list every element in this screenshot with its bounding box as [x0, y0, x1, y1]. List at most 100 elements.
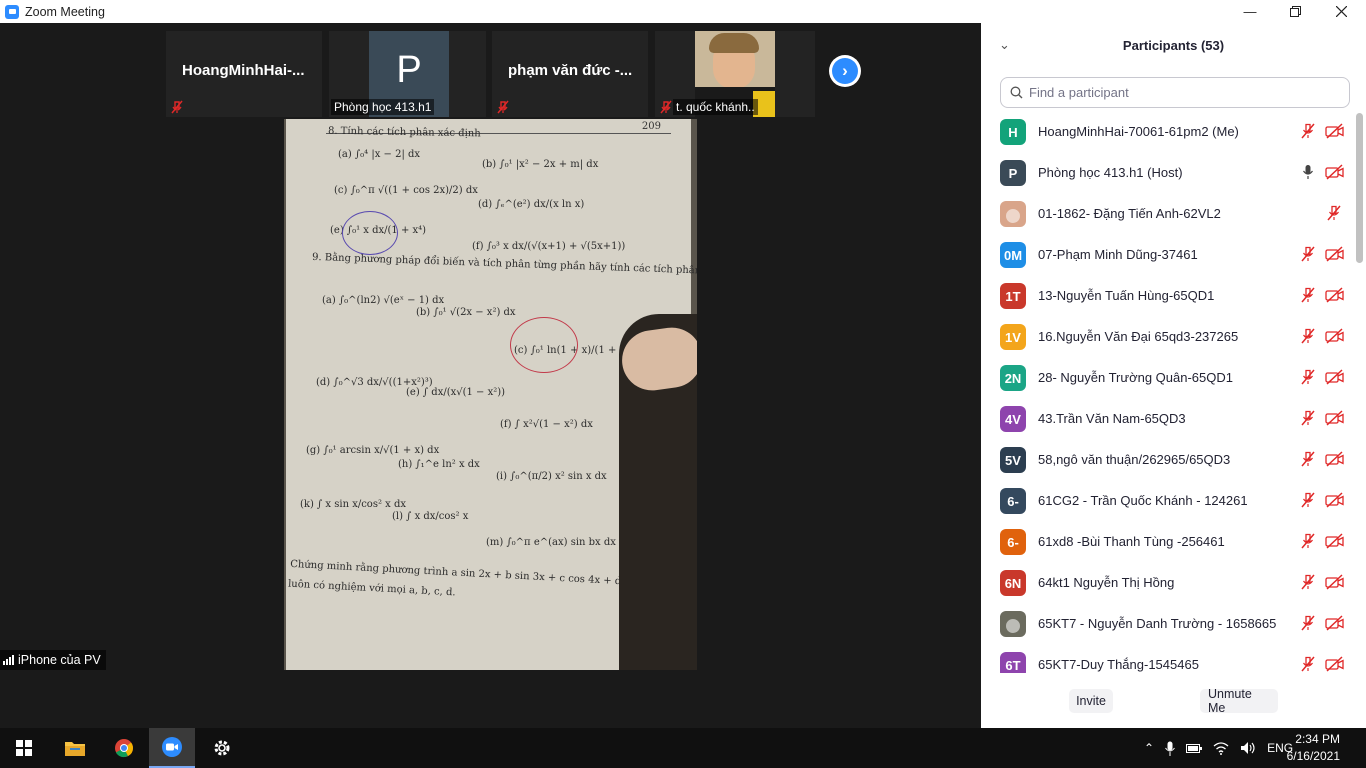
participant-thumbnail[interactable]: t. quốc khánh.. — [655, 31, 815, 117]
chevron-right-icon: › — [832, 58, 858, 84]
mic-muted-icon[interactable] — [1299, 246, 1317, 262]
chrome-icon — [115, 739, 133, 758]
participant-row[interactable]: 4V 43.Trần Văn Nam-65QD3 — [981, 398, 1354, 439]
chrome-button[interactable] — [101, 728, 147, 768]
exercise-line: (b) ∫₀¹ |x² − 2x + m| dx — [482, 159, 599, 170]
settings-button[interactable] — [199, 728, 245, 768]
volume-icon[interactable] — [1240, 741, 1256, 755]
mic-muted-icon[interactable] — [1325, 205, 1343, 221]
avatar: P — [1000, 160, 1026, 186]
zoom-icon — [162, 737, 182, 757]
exercise-line: (k) ∫ x sin x/cos² x dx — [300, 499, 407, 510]
participant-row[interactable]: 1T 13-Nguyễn Tuấn Hùng-65QD1 — [981, 275, 1354, 316]
close-icon — [1335, 6, 1347, 17]
video-off-icon[interactable] — [1325, 246, 1345, 262]
mic-muted-icon[interactable] — [1299, 533, 1317, 549]
participant-row[interactable]: 5V 58,ngô văn thuận/262965/65QD3 — [981, 439, 1354, 480]
chevron-up-icon[interactable]: ⌃ — [1144, 741, 1154, 755]
participant-name: 65KT7-Duy Thắng-1545465 — [1038, 657, 1199, 672]
mic-muted-icon[interactable] — [1299, 574, 1317, 590]
exercise-line: (b) ∫₀¹ √(2x − x²) dx — [416, 307, 516, 318]
battery-icon[interactable] — [1186, 742, 1203, 754]
video-off-icon[interactable] — [1325, 287, 1345, 303]
exercise-line: (h) ∫₁^e ln² x dx — [398, 459, 480, 470]
wifi-icon[interactable] — [1213, 741, 1229, 755]
participant-thumbnail[interactable]: phạm văn đức -... — [492, 31, 648, 117]
mic-muted-icon[interactable] — [1299, 492, 1317, 508]
participant-row[interactable]: 6- 61xd8 -Bùi Thanh Tùng -256461 — [981, 521, 1354, 562]
video-off-icon[interactable] — [1325, 615, 1345, 631]
maximize-button[interactable] — [1272, 0, 1318, 23]
mic-muted-icon[interactable] — [1299, 328, 1317, 344]
close-window-button[interactable] — [1318, 0, 1364, 23]
participant-row[interactable]: 6N 64kt1 Nguyễn Thị Hồng — [981, 562, 1354, 603]
participant-name: 43.Trần Văn Nam-65QD3 — [1038, 411, 1186, 426]
minimize-button[interactable]: — — [1227, 0, 1273, 23]
participant-thumbnail[interactable]: P Phòng học 413.h1 — [329, 31, 486, 117]
exercise-line: (i) ∫₀^(π/2) x² sin x dx — [496, 471, 607, 482]
windows-logo-icon — [16, 740, 32, 756]
participant-row[interactable]: P Phòng học 413.h1 (Host) — [981, 152, 1354, 193]
participant-name: 28- Nguyễn Trường Quân-65QD1 — [1038, 370, 1233, 385]
invite-button[interactable]: Invite — [1069, 689, 1113, 713]
participant-row[interactable]: 1V 16.Nguyễn Văn Đại 65qd3-237265 — [981, 316, 1354, 357]
video-off-icon[interactable] — [1325, 451, 1345, 467]
microphone-icon[interactable] — [1299, 164, 1317, 180]
folder-icon — [65, 742, 85, 756]
mic-muted-icon[interactable] — [1299, 123, 1317, 139]
mic-muted-icon[interactable] — [1299, 656, 1317, 672]
exercise-line: luôn có nghiệm với mọi a, b, c, d. — [287, 578, 456, 599]
participant-thumbnail[interactable]: HoangMinhHai-... — [166, 31, 322, 117]
mic-muted-icon[interactable] — [1299, 410, 1317, 426]
active-speaker-video: 209 8. Tính các tích phân xác định (a) ∫… — [284, 119, 697, 670]
participant-name: t. quốc khánh.. — [673, 99, 758, 115]
avatar: H — [1000, 119, 1026, 145]
exercise-line: (a) ∫₀⁴ |x − 2| dx — [338, 149, 421, 160]
participant-row[interactable]: H HoangMinhHai-70061-61pm2 (Me) — [981, 111, 1354, 152]
video-off-icon[interactable] — [1325, 656, 1345, 672]
mic-muted-icon[interactable] — [1299, 451, 1317, 467]
participant-row[interactable]: 0M 07-Phạm Minh Dũng-37461 — [981, 234, 1354, 275]
mic-muted-icon[interactable] — [1299, 369, 1317, 385]
participant-row[interactable]: 01-1862- Đặng Tiến Anh-62VL2 — [981, 193, 1354, 234]
mic-muted-icon[interactable] — [1299, 615, 1317, 631]
video-off-icon[interactable] — [1325, 123, 1345, 139]
search-box[interactable] — [1000, 77, 1350, 108]
participant-name: phạm văn đức -... — [508, 62, 633, 79]
video-off-icon[interactable] — [1325, 492, 1345, 508]
participant-row[interactable]: 65KT7 - Nguyễn Danh Trường - 1658665 — [981, 603, 1354, 644]
windows-start-button[interactable] — [1, 728, 47, 768]
video-off-icon[interactable] — [1325, 574, 1345, 590]
zoom-taskbar-button[interactable] — [149, 728, 195, 768]
time: 2:34 PM — [1295, 732, 1340, 746]
clock[interactable]: 2:34 PM 6/16/2021 — [1287, 731, 1340, 765]
mic-muted-icon — [497, 100, 509, 114]
mic-muted-icon[interactable] — [1299, 287, 1317, 303]
video-off-icon[interactable] — [1325, 328, 1345, 344]
microphone-icon[interactable] — [1165, 741, 1175, 756]
file-explorer-button[interactable] — [52, 728, 98, 768]
unmute-me-button[interactable]: Unmute Me — [1200, 687, 1278, 715]
search-input[interactable] — [1029, 85, 1329, 100]
participants-panel: ⌄ Participants (53) H HoangMinhHai-70061-… — [981, 23, 1366, 728]
video-off-icon[interactable] — [1325, 410, 1345, 426]
participant-row[interactable]: 2N 28- Nguyễn Trường Quân-65QD1 — [981, 357, 1354, 398]
avatar: 6- — [1000, 529, 1026, 555]
participant-row[interactable]: 6T 65KT7-Duy Thắng-1545465 — [981, 644, 1354, 673]
scrollbar[interactable] — [1356, 113, 1363, 263]
exercise-line: (g) ∫₀¹ arcsin x/√(1 + x) dx — [306, 445, 440, 456]
avatar — [1000, 201, 1026, 227]
video-off-icon[interactable] — [1325, 533, 1345, 549]
video-off-icon[interactable] — [1325, 369, 1345, 385]
exercise-line: (e) ∫ dx/(x√(1 − x²)) — [406, 387, 506, 398]
restore-icon — [1289, 6, 1301, 17]
exercise-line: (m) ∫₀^π e^(ax) sin bx dx — [486, 537, 616, 548]
next-page-button[interactable]: › — [829, 55, 861, 87]
avatar: 6N — [1000, 570, 1026, 596]
participant-row[interactable]: 6- 61CG2 - Trần Quốc Khánh - 124261 — [981, 480, 1354, 521]
taskbar: ⌃ ENG 2:34 PM 6/16/2021 — [0, 728, 1366, 768]
ink-circle-annotation — [510, 317, 578, 373]
exercise-line: 9. Bằng phương pháp đổi biến và tích phâ… — [311, 251, 697, 278]
video-off-icon[interactable] — [1325, 164, 1345, 180]
participant-name: Phòng học 413.h1 (Host) — [1038, 165, 1183, 180]
